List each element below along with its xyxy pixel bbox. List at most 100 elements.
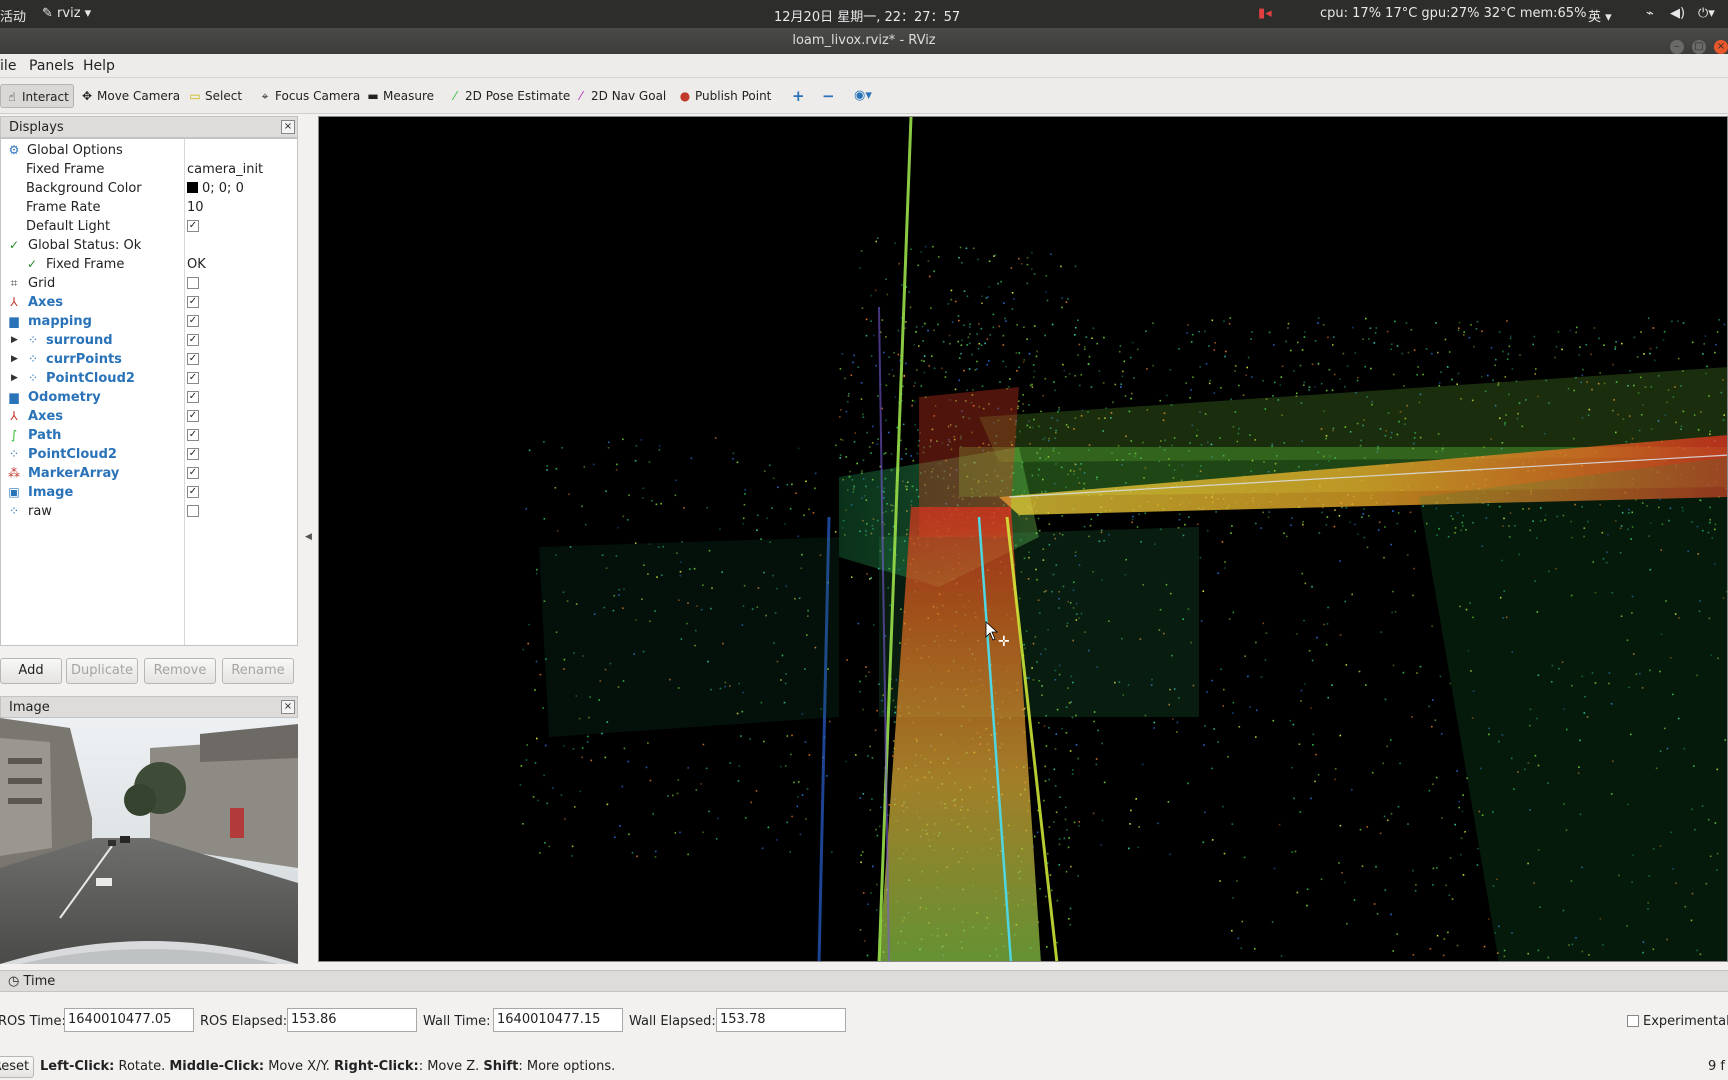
tool-publish-point-label: Publish Point	[695, 89, 772, 103]
close-panel-icon[interactable]: ×	[281, 700, 295, 714]
tree-row-surround[interactable]: ▶ ⁘ surround ✓	[1, 331, 297, 350]
remove-tool-icon[interactable]: −	[818, 84, 839, 108]
power-icon[interactable]: ⏻▾	[1698, 6, 1715, 21]
tree-row-global-status[interactable]: ✓ Global Status: Ok	[1, 236, 297, 255]
close-panel-icon[interactable]: ×	[281, 120, 295, 134]
row-label: Path	[28, 428, 62, 443]
row-label: Fixed Frame	[26, 162, 105, 177]
experimental-checkbox[interactable]	[1627, 1015, 1639, 1027]
maximize-button[interactable]: □	[1691, 40, 1706, 54]
ros-elapsed-field[interactable]: 153.86	[287, 1008, 417, 1032]
tool-publish-point[interactable]: ● Publish Point	[674, 84, 775, 108]
tool-select[interactable]: ▭ Select	[184, 84, 246, 108]
gear-icon: ⚙	[8, 143, 20, 157]
menu-help[interactable]: Help	[83, 58, 115, 74]
tree-row-status-fixed-frame[interactable]: ✓ Fixed Frame OK	[1, 255, 297, 274]
reset-button[interactable]: Reset	[0, 1056, 34, 1078]
input-method[interactable]: 英 ▾	[1588, 6, 1612, 25]
tool-properties-icon[interactable]: ◉▾	[850, 84, 876, 108]
tree-row-pointcloud2-b[interactable]: ⁘ PointCloud2 ✓	[1, 445, 297, 464]
map-pin-icon: ●	[679, 89, 691, 103]
tool-interact[interactable]: ☝ Interact	[0, 84, 74, 108]
tree-row-raw[interactable]: ⁘ raw	[1, 502, 297, 521]
remove-button[interactable]: Remove	[144, 658, 216, 684]
tool-move-camera[interactable]: ✥ Move Camera	[76, 84, 184, 108]
app-menu[interactable]: ✎ rviz ▾	[42, 6, 91, 21]
frame-rate-value[interactable]: 10	[187, 198, 204, 217]
tree-row-background-color[interactable]: Background Color 0; 0; 0	[1, 179, 297, 198]
tree-row-image[interactable]: ▣ Image ✓	[1, 483, 297, 502]
wall-time-field[interactable]: 1640010477.15	[493, 1008, 623, 1032]
add-button[interactable]: Add	[0, 658, 62, 684]
system-stats[interactable]: cpu: 17% 17°C gpu:27% 32°C mem:65%	[1320, 6, 1586, 21]
volume-icon[interactable]: ◀)	[1670, 6, 1685, 21]
hint-left-action: Rotate.	[118, 1059, 166, 1074]
background-color-value[interactable]: 0; 0; 0	[187, 179, 244, 198]
chevron-down-icon: ▾	[84, 6, 92, 21]
tree-row-fixed-frame[interactable]: Fixed Frame camera_init	[1, 160, 297, 179]
displays-tree[interactable]: ⚙ Global Options Fixed Frame camera_init…	[0, 138, 298, 646]
camera-image[interactable]	[0, 718, 298, 964]
window-title-bar: loam_livox.rviz* - RViz – □ ×	[0, 28, 1728, 54]
tool-2d-nav-goal[interactable]: ⁄ 2D Nav Goal	[570, 84, 670, 108]
tree-row-grid[interactable]: ⌗ Grid	[1, 274, 297, 293]
ime-label: 英	[1588, 10, 1602, 25]
surround-checkbox[interactable]: ✓	[187, 334, 199, 346]
axes2-checkbox[interactable]: ✓	[187, 410, 199, 422]
3d-render-view[interactable]: ✛	[318, 116, 1728, 962]
axes-checkbox[interactable]: ✓	[187, 296, 199, 308]
hint-right-action: Move Z.	[427, 1059, 480, 1074]
raw-checkbox[interactable]	[187, 505, 199, 517]
tree-row-default-light[interactable]: Default Light ✓	[1, 217, 297, 236]
currpoints-checkbox[interactable]: ✓	[187, 353, 199, 365]
tree-row-global-options[interactable]: ⚙ Global Options	[1, 141, 297, 160]
fixed-frame-value[interactable]: camera_init	[187, 160, 263, 179]
default-light-checkbox[interactable]: ✓	[187, 220, 199, 232]
tree-row-axes[interactable]: ⅄ Axes ✓	[1, 293, 297, 312]
minimize-button[interactable]: –	[1669, 40, 1684, 54]
record-icon[interactable]: ▮◂	[1258, 6, 1272, 21]
purple-arrow-icon: ⁄	[579, 89, 582, 103]
clock[interactable]: 12月20日 星期一, 22：27：57	[774, 6, 960, 25]
fps-readout: 9 f	[1708, 1059, 1725, 1074]
tool-measure[interactable]: ▬ Measure	[362, 84, 438, 108]
mapping-checkbox[interactable]: ✓	[187, 315, 199, 327]
hint-shift-key: Shift	[483, 1059, 519, 1074]
tool-focus-camera[interactable]: ⌖ Focus Camera	[254, 84, 364, 108]
tree-row-odometry[interactable]: ▆ Odometry ✓	[1, 388, 297, 407]
tree-row-axes-2[interactable]: ⅄ Axes ✓	[1, 407, 297, 426]
tool-nav-goal-label: 2D Nav Goal	[591, 89, 667, 103]
path-checkbox[interactable]: ✓	[187, 429, 199, 441]
tree-row-markerarray[interactable]: ⁂ MarkerArray ✓	[1, 464, 297, 483]
tree-row-pointcloud2[interactable]: ▶ ⁘ PointCloud2 ✓	[1, 369, 297, 388]
pointcloud2-checkbox[interactable]: ✓	[187, 372, 199, 384]
activities-button[interactable]: 活动	[0, 6, 26, 25]
markerarray-checkbox[interactable]: ✓	[187, 467, 199, 479]
panel-splitter-handle[interactable]: ◀	[305, 532, 312, 542]
grid-checkbox[interactable]	[187, 277, 199, 289]
menu-panels[interactable]: Panels	[29, 58, 74, 74]
odometry-checkbox[interactable]: ✓	[187, 391, 199, 403]
row-label: raw	[28, 504, 52, 519]
expand-arrow-icon[interactable]: ▶	[11, 331, 18, 350]
tree-row-currpoints[interactable]: ▶ ⁘ currPoints ✓	[1, 350, 297, 369]
expand-arrow-icon[interactable]: ▶	[11, 350, 18, 369]
tool-2d-pose-estimate[interactable]: ⁄ 2D Pose Estimate	[444, 84, 574, 108]
pointcloud2b-checkbox[interactable]: ✓	[187, 448, 199, 460]
expand-arrow-icon[interactable]: ▶	[11, 369, 18, 388]
network-icon[interactable]: ⌁	[1646, 6, 1654, 21]
add-tool-icon[interactable]: +	[788, 84, 809, 108]
tree-row-frame-rate[interactable]: Frame Rate 10	[1, 198, 297, 217]
wall-elapsed-field[interactable]: 153.78	[716, 1008, 846, 1032]
image-checkbox[interactable]: ✓	[187, 486, 199, 498]
tree-row-path[interactable]: ∫ Path ✓	[1, 426, 297, 445]
menu-file[interactable]: File	[0, 58, 16, 74]
close-button[interactable]: ×	[1714, 40, 1728, 54]
ros-time-field[interactable]: 1640010477.05	[64, 1008, 194, 1032]
hint-left-key: Left-Click:	[40, 1059, 115, 1074]
tool-pose-label: 2D Pose Estimate	[465, 89, 571, 103]
rename-button[interactable]: Rename	[222, 658, 294, 684]
mouse-hint: Left-Click: Rotate. Middle-Click: Move X…	[40, 1059, 616, 1074]
duplicate-button[interactable]: Duplicate	[66, 658, 138, 684]
tree-row-mapping[interactable]: ▆ mapping ✓	[1, 312, 297, 331]
